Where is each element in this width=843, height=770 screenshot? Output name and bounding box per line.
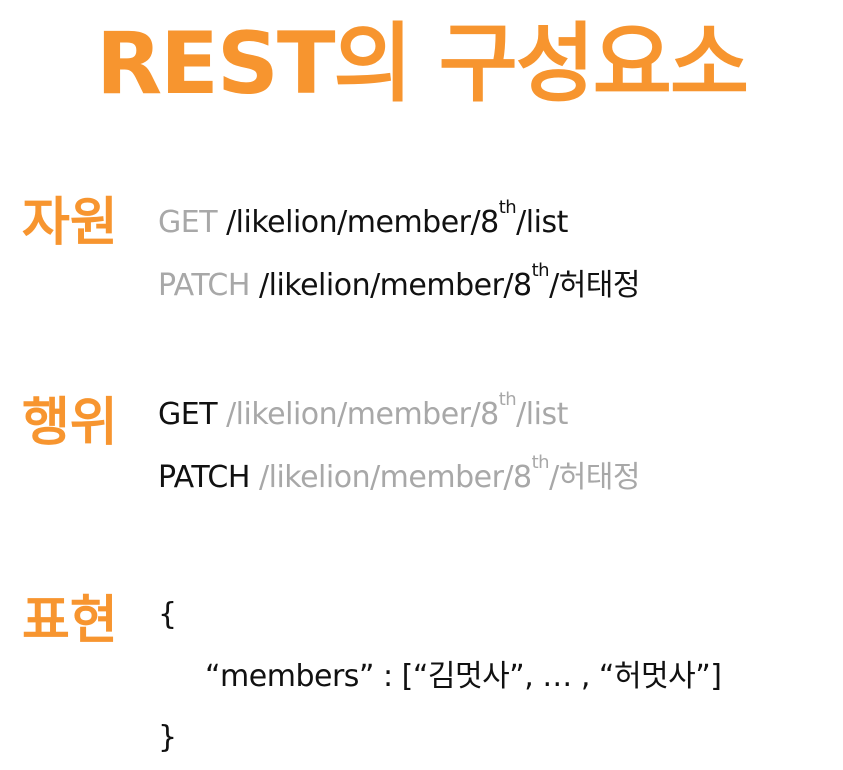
resource-patch-path: /likelion/member/8th/허태정 [259, 260, 641, 304]
verb-get-method: GET [158, 397, 218, 432]
section-label-resource: 자원 [22, 193, 118, 253]
page-title: REST의 구성요소 [95, 14, 749, 114]
json-close-brace: } [158, 720, 177, 755]
resource-get-method: GET [158, 205, 218, 240]
verb-get-path: /likelion/member/8th/list [226, 389, 568, 433]
verb-line-get: GET /likelion/member/8th/list [158, 389, 568, 435]
verb-line-patch: PATCH /likelion/member/8th/허태정 [158, 452, 641, 498]
json-open-brace: { [158, 597, 177, 632]
verb-patch-path: /likelion/member/8th/허태정 [259, 452, 641, 496]
section-label-representation: 표현 [22, 591, 118, 651]
resource-get-path: /likelion/member/8th/list [226, 197, 568, 241]
section-label-verb: 행위 [22, 393, 118, 453]
json-body-line: “members” : [“김멋사”, … , “허멋사”] [205, 659, 722, 694]
verb-patch-method: PATCH [158, 460, 250, 495]
resource-line-patch: PATCH /likelion/member/8th/허태정 [158, 260, 641, 306]
resource-patch-method: PATCH [158, 268, 250, 303]
resource-line-get: GET /likelion/member/8th/list [158, 197, 568, 243]
